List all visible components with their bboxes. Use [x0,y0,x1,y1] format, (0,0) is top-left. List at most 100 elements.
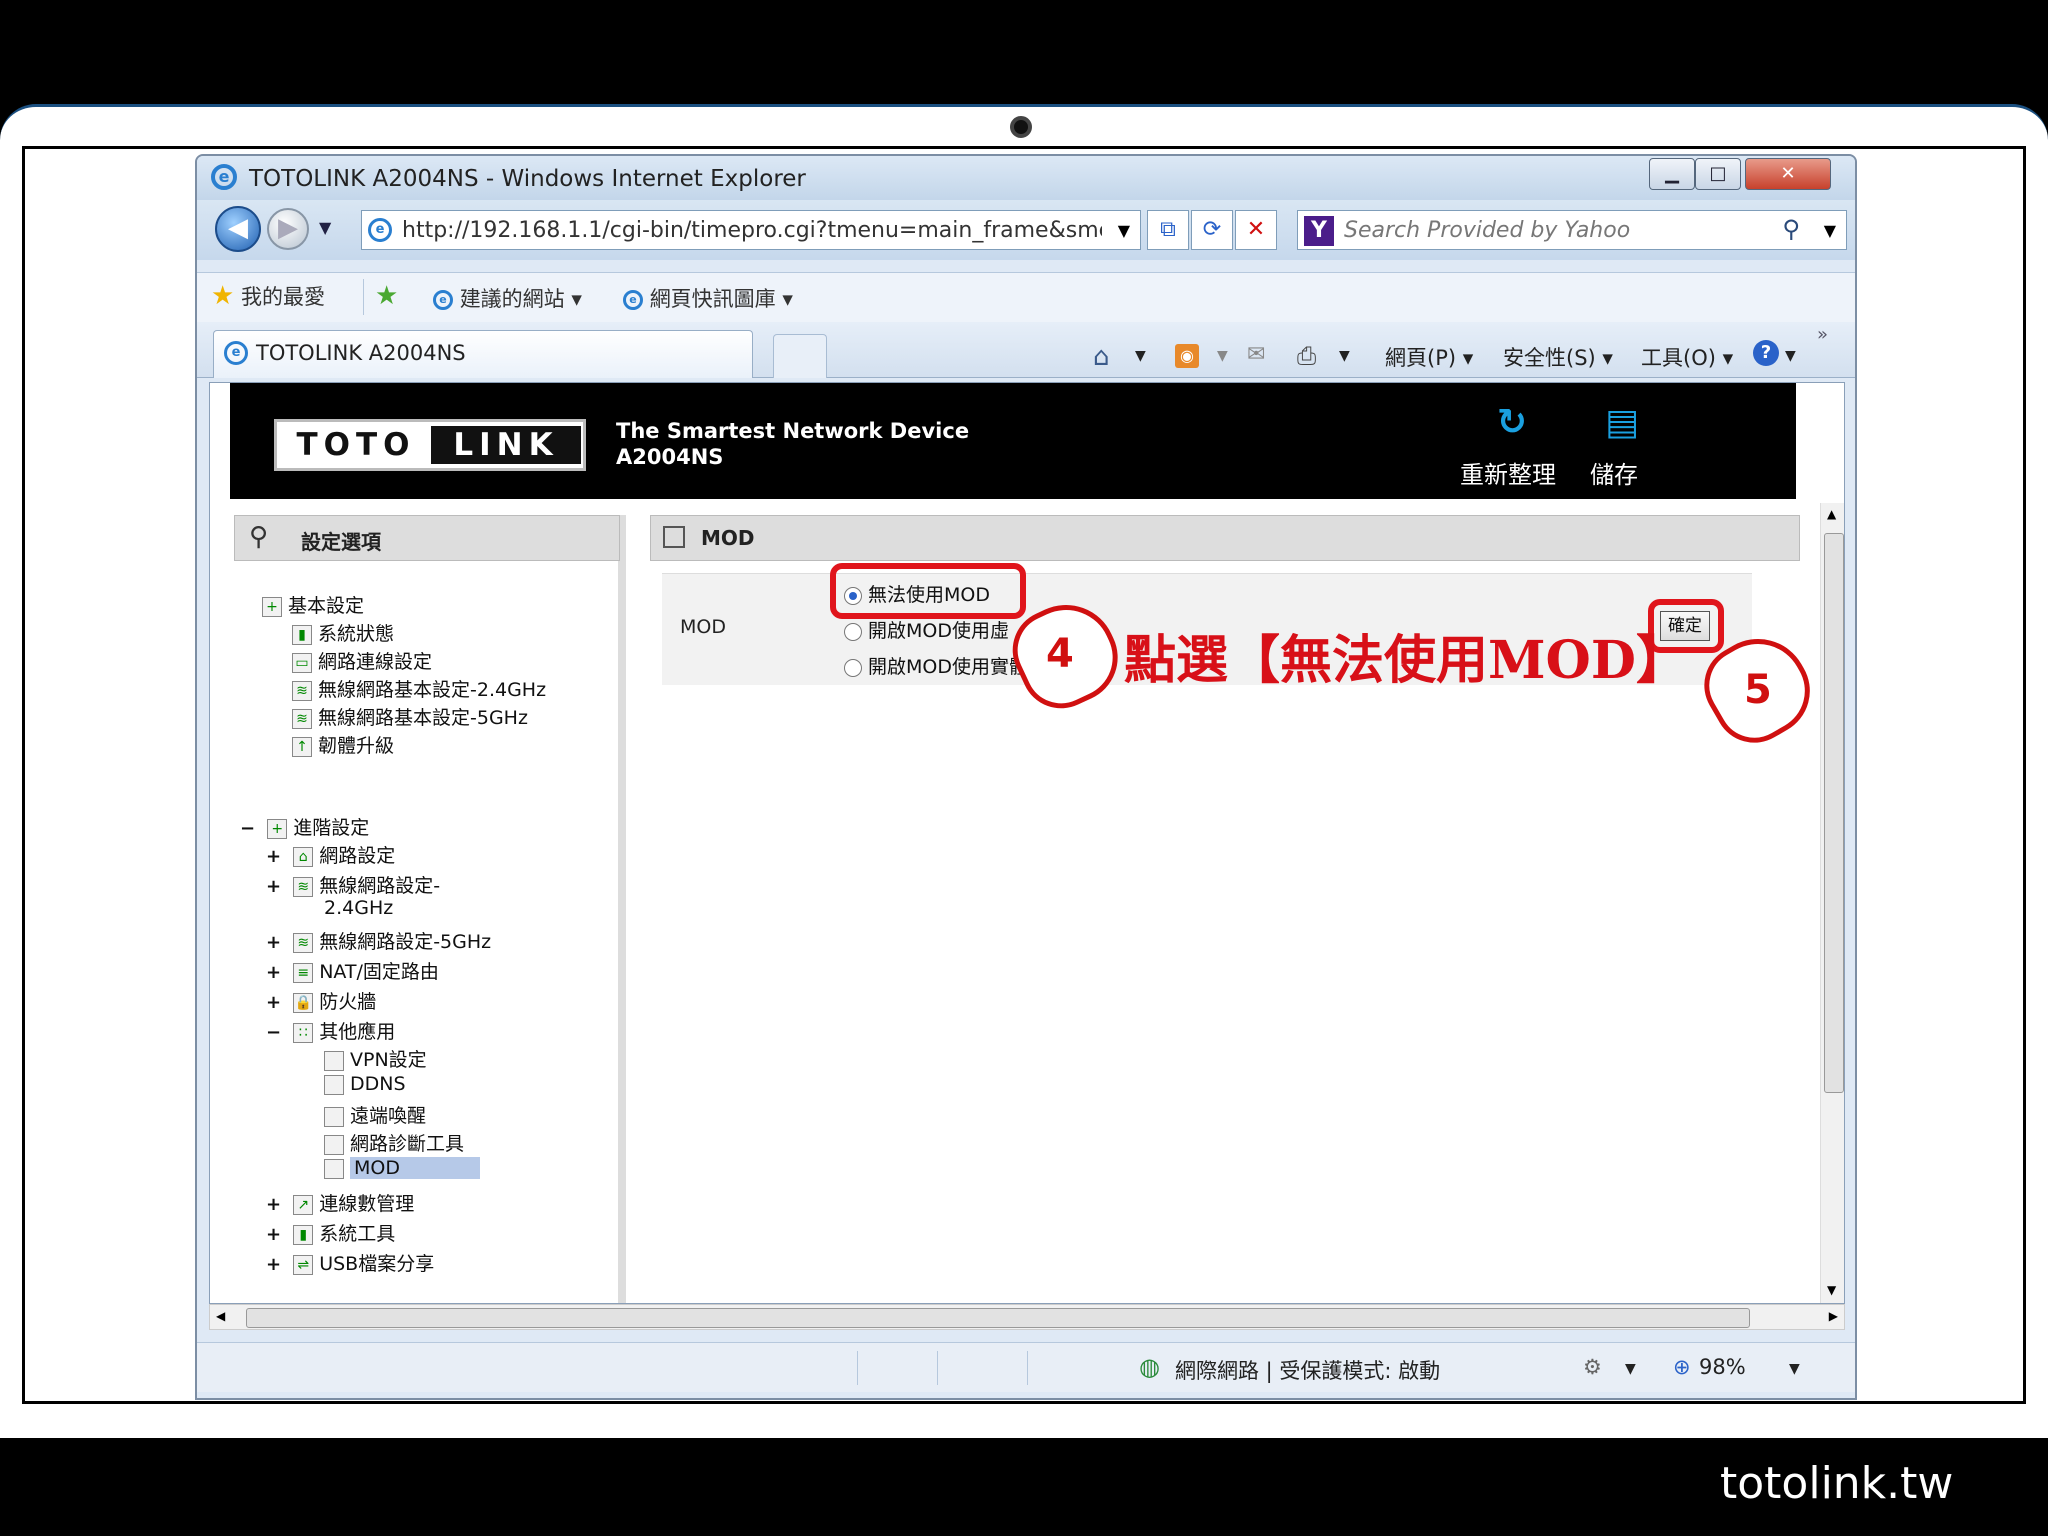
stop-icon[interactable]: ✕ [1235,210,1277,250]
tree-item-nat[interactable]: + ≡ NAT/固定路由 [266,957,439,984]
radio-mod-virtual[interactable]: 開啟MOD使用虛 [844,616,1009,643]
expand-icon[interactable]: + [266,1224,281,1245]
print-dropdown-icon[interactable]: ▼ [1339,348,1350,364]
tree-label: 進階設定 [293,817,370,839]
mail-icon[interactable]: ✉ [1247,342,1265,367]
tree-group-advanced[interactable]: − + 進階設定 [240,813,369,840]
ie-page-icon: e [623,290,643,310]
tree-item-traffic[interactable]: + ↗ 連線數管理 [266,1189,414,1216]
page-icon: e [368,218,392,242]
star-icon: ★ [211,281,235,311]
tree-item-other[interactable]: − ∷ 其他應用 [266,1017,395,1044]
compatibility-view-icon[interactable]: ⧉ [1147,210,1189,250]
minimize-button[interactable]: ▁ [1649,158,1695,190]
tree-item-wol[interactable]: 遠端喚醒 [324,1101,426,1128]
tree-item-systools[interactable]: + ▮ 系統工具 [266,1219,395,1246]
tree-item-usb[interactable]: + ⇌ USB檔案分享 [266,1249,434,1276]
address-bar[interactable]: e http://192.168.1.1/cgi-bin/timepro.cgi… [361,210,1141,250]
tree-item-mod[interactable]: MOD [324,1157,480,1179]
expand-icon[interactable]: + [266,1254,281,1275]
suggested-sites-link[interactable]: e 建議的網站 ▾ [433,283,582,313]
tools-menu[interactable]: 工具(O) ▾ [1641,342,1733,372]
home-dropdown-icon[interactable]: ▼ [1135,348,1146,364]
lock-icon: 🔒 [293,992,314,1013]
refresh-icon[interactable]: ⟳ [1191,210,1233,250]
search-icon[interactable]: ⚲ [1782,215,1800,243]
refresh-button[interactable]: ↻ 重新整理 [1460,403,1570,493]
tab-active[interactable]: e TOTOLINK A2004NS [213,330,753,378]
tree-item-vpn[interactable]: VPN設定 [324,1045,427,1072]
tree-label: 網路設定 [319,845,396,867]
expand-icon[interactable]: + [266,846,281,867]
zoom-level[interactable]: 98% [1699,1355,1746,1379]
scroll-right-icon[interactable]: ▶ [1829,1309,1838,1323]
radio-mod-physical[interactable]: 開啟MOD使用實體 [844,652,1028,679]
feeds-icon[interactable]: ◉ [1175,344,1199,368]
save-button[interactable]: ▤ 儲存 [1590,403,1660,493]
expand-icon[interactable]: + [266,962,281,983]
window-title: TOTOLINK A2004NS - Windows Internet Expl… [249,166,806,192]
add-favorites-button[interactable]: ★ [375,281,398,311]
back-button[interactable]: ◀ [215,206,261,252]
chart-icon: ▮ [292,624,312,645]
zoom-dropdown-icon[interactable]: ▼ [1789,1361,1800,1377]
more-commands-chevron[interactable]: » [1817,324,1828,345]
security-icon[interactable]: ⚙ [1583,1355,1602,1379]
history-dropdown-icon[interactable]: ▼ [319,218,331,237]
help-dropdown-icon[interactable]: ▼ [1785,348,1796,364]
tree-item-wireless-24[interactable]: ≋ 無線網路基本設定-2.4GHz [292,675,546,702]
new-tab-button[interactable] [773,334,827,378]
tree-item-system-status[interactable]: ▮ 系統狀態 [292,619,394,646]
page-menu[interactable]: 網頁(P) ▾ [1385,342,1473,372]
security-dropdown-icon[interactable]: ▼ [1625,1361,1636,1377]
favorites-label: 我的最愛 [241,285,325,309]
tree-group-basic[interactable]: + 基本設定 [262,591,364,618]
address-input[interactable]: http://192.168.1.1/cgi-bin/timepro.cgi?t… [402,218,1102,243]
tree-item-diagnostics[interactable]: 網路診斷工具 [324,1129,464,1156]
tree-item-ddns[interactable]: DDNS [324,1073,406,1095]
tree-item-firewall[interactable]: + 🔒 防火牆 [266,987,376,1014]
save-label: 儲存 [1590,461,1638,489]
search-input[interactable]: Search Provided by Yahoo [1344,218,1630,243]
radio-icon[interactable] [844,658,862,677]
close-button[interactable]: ✕ [1745,158,1831,190]
tree-item-adv-wireless-5[interactable]: + ≋ 無線網路設定-5GHz [266,927,491,954]
tree-item-adv-wireless-24[interactable]: + ≋ 無線網路設定- [266,871,440,898]
expand-icon[interactable]: + [266,992,281,1013]
horizontal-scroll-thumb[interactable] [246,1308,1750,1328]
vertical-scroll-thumb[interactable] [1824,533,1844,1093]
safety-menu[interactable]: 安全性(S) ▾ [1503,342,1613,372]
address-dropdown-icon[interactable]: ▼ [1118,221,1130,240]
tree-item-firmware[interactable]: ↑ 韌體升級 [292,731,394,758]
print-icon[interactable]: ⎙ [1297,342,1316,370]
search-box[interactable]: Y Search Provided by Yahoo ⚲ ▼ [1297,210,1847,250]
tree-item-wireless-5[interactable]: ≋ 無線網路基本設定-5GHz [292,703,528,730]
expand-icon[interactable]: + [266,1194,281,1215]
divider [1027,1351,1028,1385]
forward-button[interactable]: ▶ [267,208,309,250]
feeds-dropdown-icon[interactable]: ▼ [1217,348,1228,364]
collapse-icon[interactable]: − [266,1022,281,1043]
help-icon[interactable]: ? [1753,340,1779,366]
scroll-up-icon[interactable]: ▲ [1827,507,1836,521]
home-icon[interactable]: ⌂ [1093,342,1110,372]
page-icon [324,1134,344,1155]
tab-bar: e TOTOLINK A2004NS ⌂ ▼ ◉ ▼ ✉ ⎙ ▼ 網頁(P) ▾… [197,322,1855,378]
radio-icon[interactable] [844,622,862,641]
wireless-icon: ≋ [292,680,312,701]
expand-icon[interactable]: + [266,932,281,953]
zone-status[interactable]: 網際網路 | 受保護模式: 啟動 [1175,1355,1440,1385]
expand-icon[interactable]: + [266,876,281,897]
scroll-left-icon[interactable]: ◀ [216,1309,225,1323]
favorites-button[interactable]: ★ 我的最愛 [211,281,325,311]
maximize-button[interactable]: □ [1695,158,1741,190]
vertical-scrollbar[interactable]: ▲ ▼ [1820,503,1844,1303]
folder-icon: + [267,818,288,839]
collapse-icon[interactable]: − [240,818,255,839]
tree-item-connection[interactable]: ▭ 網路連線設定 [292,647,432,674]
tree-item-network[interactable]: + ⌂ 網路設定 [266,841,395,868]
search-dropdown-icon[interactable]: ▼ [1824,221,1836,240]
scroll-down-icon[interactable]: ▼ [1827,1283,1836,1297]
horizontal-scrollbar[interactable]: ◀ ▶ [209,1304,1845,1330]
web-slice-gallery-link[interactable]: e 網頁快訊圖庫 ▾ [623,283,793,313]
